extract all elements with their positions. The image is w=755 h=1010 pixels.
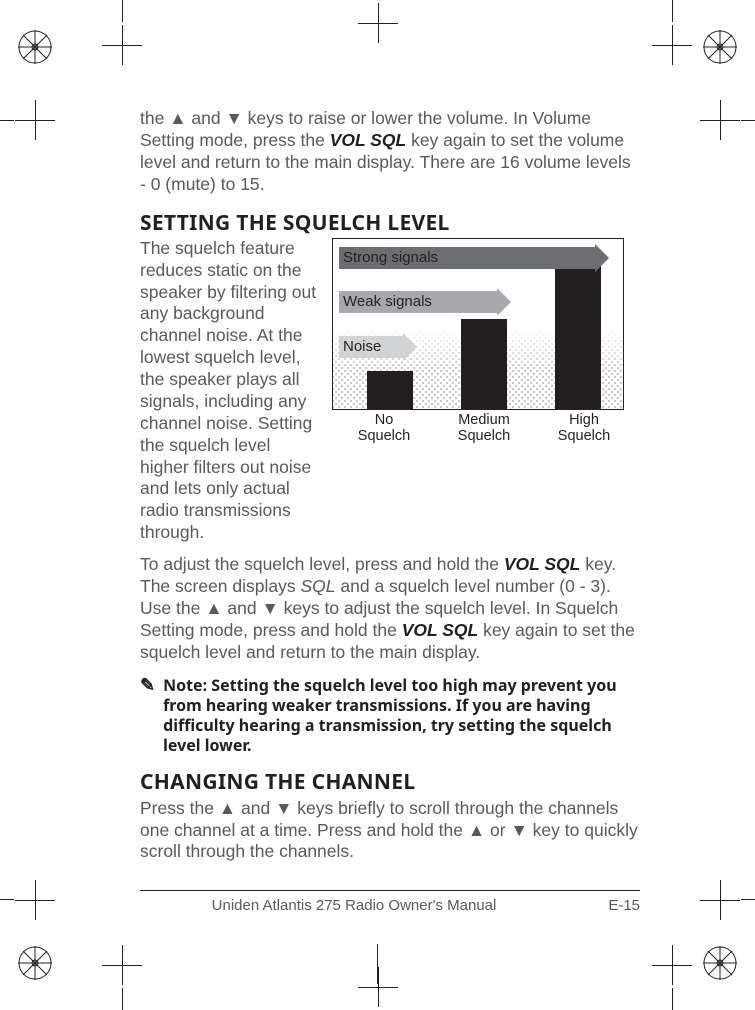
text: and: [187, 108, 226, 128]
squelch-description: The squelch feature reduces static on th…: [140, 238, 318, 544]
reg-cross-icon: [358, 3, 398, 43]
bar-no-squelch: [367, 371, 413, 409]
crop-line: [377, 944, 378, 984]
text: To adjust the squelch level, press and h…: [140, 554, 504, 574]
label-no-squelch: No Squelch: [344, 413, 424, 445]
bar-medium-squelch: [461, 319, 507, 409]
reg-cross-icon: [652, 945, 692, 985]
down-arrow-icon: ▼: [261, 598, 278, 618]
reg-cross-icon: [652, 25, 692, 65]
crop-line: [672, 0, 673, 22]
footer-title: Uniden Atlantis 275 Radio Owner's Manual: [140, 897, 568, 914]
text: or: [485, 820, 510, 840]
channel-paragraph: Press the ▲ and ▼ keys briefly to scroll…: [140, 798, 640, 864]
strong-signal-arrow: Strong signals: [339, 247, 595, 269]
reg-cross-icon: [102, 945, 142, 985]
reg-radial-icon: [703, 946, 737, 980]
crop-line: [122, 988, 123, 1010]
text: Press the: [140, 798, 219, 818]
reg-cross-icon: [15, 880, 55, 920]
up-arrow-icon: ▲: [169, 108, 186, 128]
diagram-box: Strong signals Weak signals Noise: [332, 238, 624, 410]
down-arrow-icon: ▼: [225, 108, 242, 128]
note-text: Note: Setting the squelch level too high…: [163, 675, 640, 755]
up-arrow-icon: ▲: [219, 798, 236, 818]
heading-squelch: SETTING THE SQUELCH LEVEL: [140, 210, 640, 236]
note-block: ✎ Note: Setting the squelch level too hi…: [140, 675, 640, 755]
text: the: [140, 108, 169, 128]
text: and: [223, 598, 262, 618]
label-medium-squelch: Medium Squelch: [444, 413, 524, 445]
key-name: VOL SQL: [504, 554, 581, 574]
reg-cross-icon: [358, 967, 398, 1007]
crop-line: [0, 120, 14, 121]
reg-radial-icon: [703, 30, 737, 64]
noise-arrow: Noise: [339, 336, 403, 358]
adjust-squelch-paragraph: To adjust the squelch level, press and h…: [140, 554, 640, 663]
reg-cross-icon: [700, 880, 740, 920]
page-number: E-15: [568, 897, 640, 914]
screen-text: SQL: [301, 576, 336, 596]
crop-line: [741, 899, 755, 900]
label-high-squelch: High Squelch: [544, 413, 624, 445]
reg-cross-icon: [15, 100, 55, 140]
page-body: the ▲ and ▼ keys to raise or lower the v…: [140, 108, 640, 869]
up-arrow-icon: ▲: [468, 820, 485, 840]
key-name: VOL SQL: [330, 130, 407, 150]
squelch-diagram: Strong signals Weak signals Noise No Squ…: [332, 238, 640, 544]
page-footer: Uniden Atlantis 275 Radio Owner's Manual…: [140, 890, 640, 914]
reg-cross-icon: [700, 100, 740, 140]
footer-rule: [140, 890, 640, 891]
down-arrow-icon: ▼: [275, 798, 292, 818]
bar-labels: No Squelch Medium Squelch High Squelch: [332, 413, 622, 445]
bar-high-squelch: [555, 259, 601, 409]
weak-signal-arrow: Weak signals: [339, 291, 497, 313]
reg-cross-icon: [102, 25, 142, 65]
noise-label: Noise: [343, 338, 381, 357]
text: and: [236, 798, 275, 818]
heading-channel: CHANGING THE CHANNEL: [140, 769, 640, 795]
intro-paragraph: the ▲ and ▼ keys to raise or lower the v…: [140, 108, 640, 196]
reg-radial-icon: [18, 30, 52, 64]
crop-line: [122, 0, 123, 22]
down-arrow-icon: ▼: [510, 820, 527, 840]
crop-line: [0, 899, 14, 900]
weak-signal-label: Weak signals: [343, 293, 432, 312]
strong-signal-label: Strong signals: [343, 249, 438, 268]
reg-radial-icon: [18, 946, 52, 980]
key-name: VOL SQL: [402, 620, 479, 640]
crop-line: [741, 120, 755, 121]
note-icon: ✎: [140, 676, 155, 755]
up-arrow-icon: ▲: [205, 598, 222, 618]
crop-line: [672, 988, 673, 1010]
